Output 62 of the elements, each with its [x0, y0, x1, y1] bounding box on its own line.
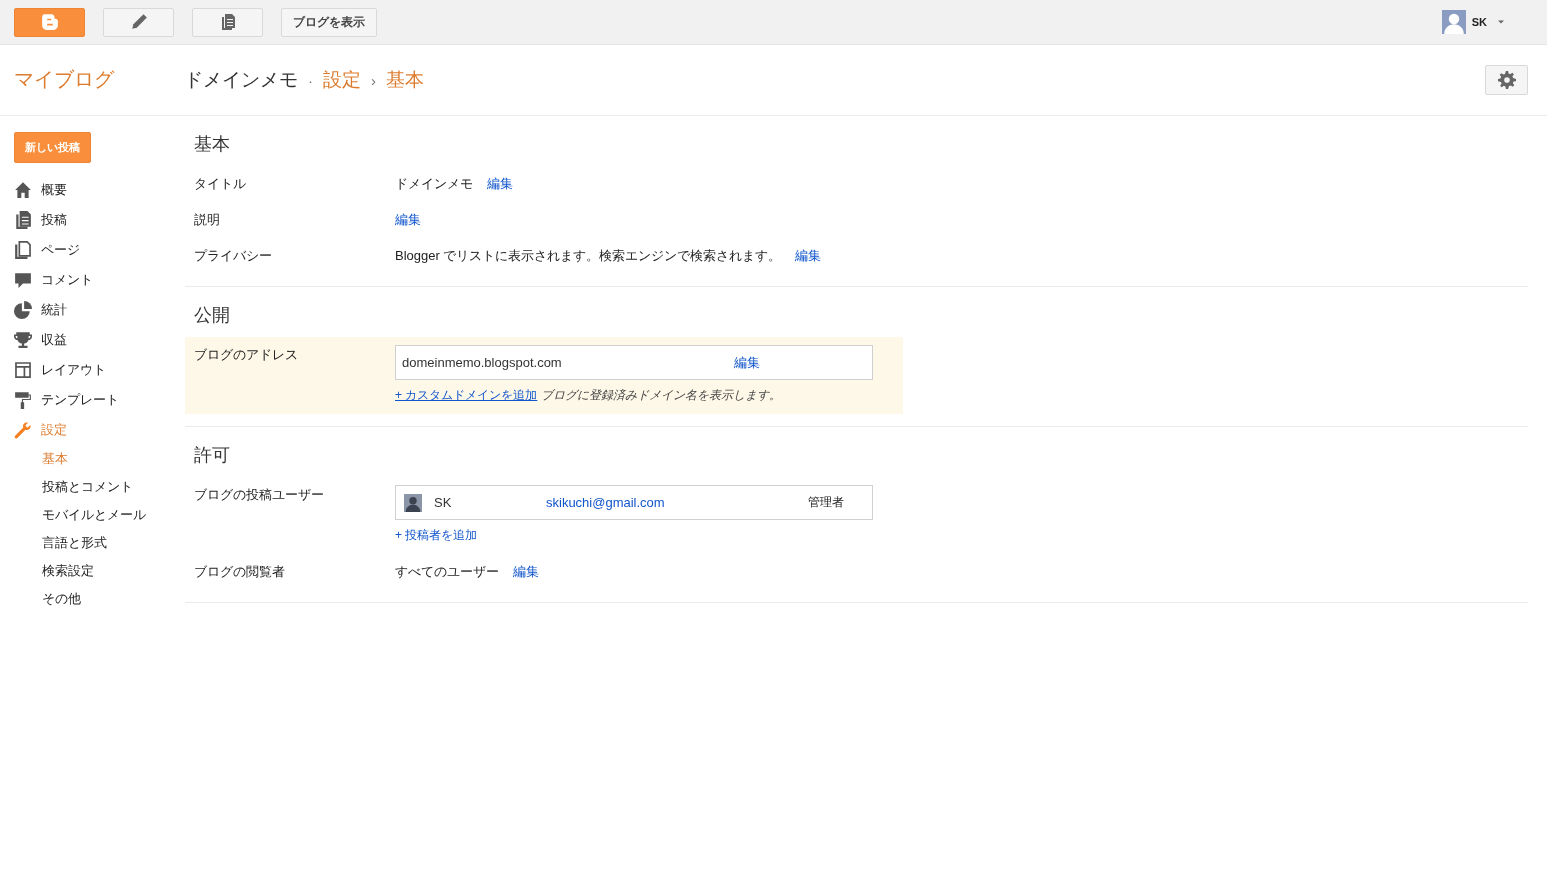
paint-roller-icon — [14, 391, 32, 409]
edit-link[interactable]: 編集 — [734, 353, 760, 372]
caret-icon — [1497, 18, 1505, 26]
breadcrumb-separator: › — [371, 71, 376, 89]
edit-link[interactable]: 編集 — [487, 174, 513, 193]
layout-icon — [14, 361, 32, 379]
sidebar-item[interactable]: 概要 — [14, 175, 185, 205]
setting-label: ブログの閲覧者 — [194, 563, 286, 581]
hint-text: ブログに登録済みドメイン名を表示します。 — [541, 387, 782, 404]
sidebar-subitem[interactable]: 言語と形式 — [14, 529, 185, 557]
sidebar-item[interactable]: 統計 — [14, 295, 185, 325]
edit-link[interactable]: 編集 — [795, 246, 822, 265]
setting-label: ブログのアドレス — [194, 346, 299, 364]
home-icon — [14, 181, 32, 199]
logo-icon — [40, 13, 59, 31]
avatar-icon — [1441, 10, 1466, 34]
sidebar-subitem[interactable]: 検索設定 — [14, 557, 185, 585]
sidebar-subitem[interactable]: モバイルとメール — [14, 501, 185, 529]
pencil-icon — [129, 13, 148, 31]
edit-link[interactable]: 編集 — [513, 562, 539, 581]
section-heading: 公開 — [194, 304, 231, 327]
section-heading: 基本 — [194, 133, 231, 156]
blog-name: ドメインメモ — [184, 68, 298, 92]
setting-value: すべてのユーザー — [395, 563, 499, 581]
sidebar-item[interactable]: コメント — [14, 265, 185, 295]
sidebar-item[interactable]: テンプレート — [14, 385, 185, 415]
view-blog-button[interactable]: ブログを表示 — [281, 7, 377, 37]
settings-button[interactable] — [1485, 65, 1528, 95]
setting-label: タイトル — [194, 175, 247, 193]
user-role: 管理者 — [808, 494, 844, 511]
section-heading: 許可 — [194, 444, 231, 467]
sidebar-subitem[interactable]: その他 — [14, 585, 185, 613]
sidebar-item[interactable]: 投稿 — [14, 205, 185, 235]
pie-chart-icon — [14, 301, 32, 319]
sidebar-subitem[interactable]: 投稿とコメント — [14, 473, 185, 501]
document-stack-icon — [14, 211, 32, 229]
address-field[interactable]: domeinmemo.blogspot.com 編集 — [395, 345, 873, 380]
wrench-icon — [14, 421, 32, 439]
posts-button[interactable] — [192, 7, 263, 37]
setting-value: Blogger でリストに表示されます。検索エンジンで検索されます。 — [395, 247, 782, 265]
trophy-icon — [14, 331, 32, 349]
setting-label: プライバシー — [194, 247, 273, 265]
email-link[interactable]: skikuchi@gmail.com — [546, 493, 796, 512]
user-name[interactable]: SK — [1471, 16, 1487, 28]
settings-icon — [1497, 71, 1516, 89]
new-post-button[interactable] — [103, 7, 174, 37]
speech-bubble-icon — [14, 271, 32, 289]
sidebar-item[interactable]: 収益 — [14, 325, 185, 355]
breadcrumb-separator: · — [308, 71, 313, 89]
setting-label: 説明 — [194, 211, 221, 229]
logo-button[interactable] — [14, 7, 85, 37]
sidebar-item[interactable]: ページ — [14, 235, 185, 265]
document-stack-icon — [219, 13, 236, 31]
setting-value: ドメインメモ — [395, 175, 473, 193]
user-name: SK — [434, 494, 453, 512]
sidebar-item[interactable]: レイアウト — [14, 355, 185, 385]
page-icon — [14, 241, 32, 259]
edit-link[interactable]: 編集 — [395, 210, 421, 229]
avatar-icon — [404, 493, 422, 512]
add-custom-domain-link[interactable]: + カスタムドメインを追加 — [395, 386, 538, 405]
add-author-link[interactable]: + 投稿者を追加 — [395, 526, 478, 545]
setting-label: ブログの投稿ユーザー — [194, 486, 325, 504]
